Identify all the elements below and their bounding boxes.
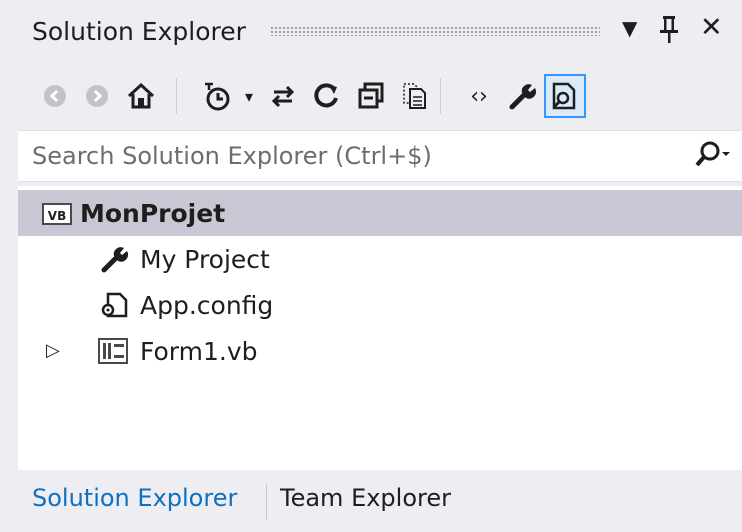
config-file-icon [100,290,130,326]
panel-titlebar: Solution Explorer ▼ ✕ [0,0,742,62]
tab-solution-explorer[interactable]: Solution Explorer [32,484,237,512]
home-icon [127,82,155,109]
filter-dropdown-button[interactable]: ▾ [236,74,262,118]
chevron-down-icon: ▾ [244,86,254,106]
back-button[interactable] [34,74,76,118]
tab-separator [266,484,267,520]
preview-icon [552,82,576,110]
preview-selected-items-button[interactable] [544,74,586,118]
wrench-icon [100,244,130,280]
close-icon[interactable]: ✕ [700,14,723,41]
search-icon[interactable] [692,138,732,179]
drag-grip[interactable] [269,26,600,36]
tree-item-label: App.config [140,290,274,320]
vb-project-icon: VB [42,201,72,226]
search-box[interactable]: Search Solution Explorer (Ctrl+$) [18,130,742,182]
properties-button[interactable] [502,74,544,118]
wrench-icon [509,84,537,110]
sync-icon [271,85,295,108]
tree-item-project[interactable]: VB MonProjet [18,190,742,236]
pending-changes-filter-button[interactable] [196,74,238,118]
tree-item-label: MonProjet [80,198,226,228]
window-position-dropdown-icon[interactable]: ▼ [622,18,637,38]
show-all-files-button[interactable] [394,74,436,118]
panel-tabs: Solution Explorer Team Explorer [0,470,742,532]
toolbar: ▾ ‹› [0,68,742,128]
tab-team-explorer[interactable]: Team Explorer [280,484,451,512]
tree-item-form1[interactable]: ▷ Form1.vb [18,328,742,374]
code-icon: ‹› [470,83,488,109]
search-input[interactable]: Search Solution Explorer (Ctrl+$) [32,142,432,170]
refresh-button[interactable] [306,74,348,118]
toolbar-separator [440,78,441,114]
show-all-files-icon [403,83,426,109]
collapse-all-button[interactable] [350,74,392,118]
clock-filter-icon [205,82,230,111]
panel-title: Solution Explorer [32,16,246,46]
collapse-all-icon [358,82,384,109]
forward-icon [86,85,108,107]
solution-tree: VB MonProjet My Project App.config ▷ For… [18,186,742,470]
back-icon [44,85,66,107]
tree-item-label: My Project [140,244,270,274]
tree-item-app-config[interactable]: App.config [18,282,742,328]
refresh-icon [314,83,338,108]
sync-with-active-document-button[interactable] [262,74,304,118]
toolbar-separator [176,78,177,114]
view-code-button[interactable]: ‹› [458,74,500,118]
tree-item-label: Form1.vb [140,336,258,366]
tree-item-my-project[interactable]: My Project [18,236,742,282]
home-button[interactable] [120,74,162,118]
forward-button[interactable] [76,74,118,118]
expand-arrow-icon[interactable]: ▷ [46,340,60,361]
pin-icon[interactable] [658,14,680,49]
form-icon [98,338,128,370]
